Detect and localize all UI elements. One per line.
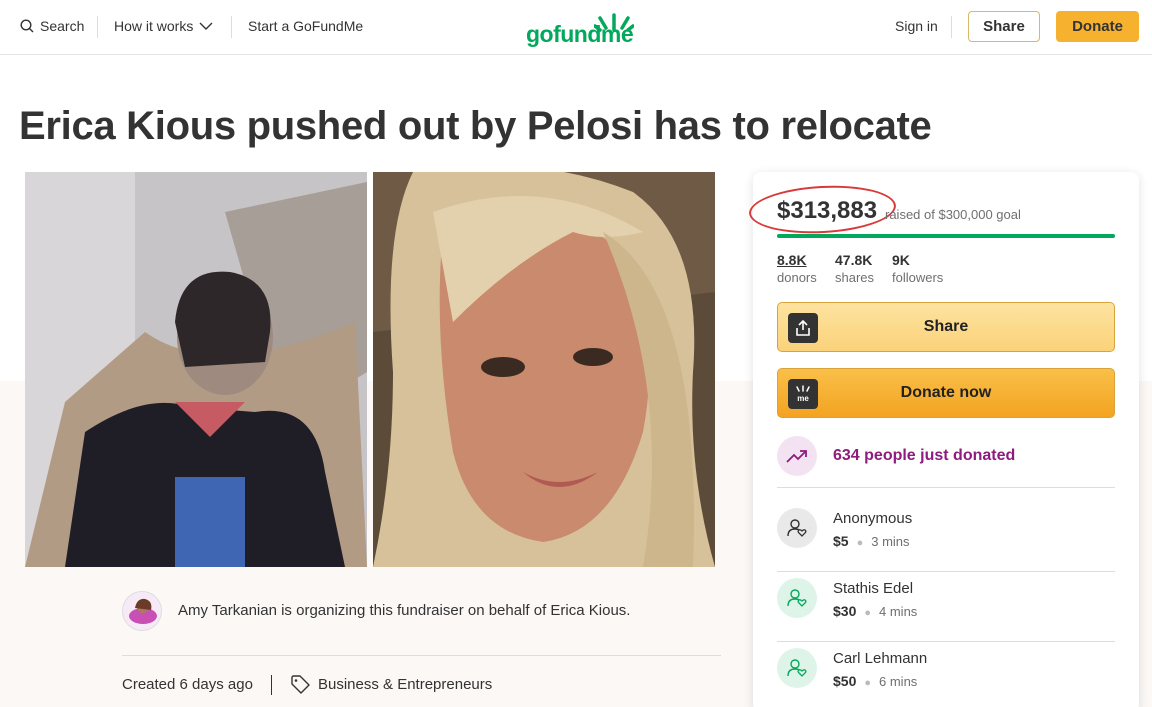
- donate-now-button[interactable]: me Donate now: [777, 368, 1115, 418]
- sign-in-link[interactable]: Sign in: [895, 18, 938, 34]
- donation-meta: $50 ● 6 mins: [833, 673, 917, 689]
- donate-button-header[interactable]: Donate: [1056, 11, 1139, 42]
- gofundme-me-icon: me: [788, 379, 818, 409]
- nav-divider: [97, 16, 98, 38]
- followers-stat: 9K followers: [892, 252, 943, 285]
- category-link[interactable]: Business & Entrepreneurs: [290, 674, 492, 694]
- sign-in-label: Sign in: [895, 18, 938, 34]
- donation-item: Carl Lehmann $50 ● 6 mins: [777, 642, 1115, 707]
- donation-amount: $30: [833, 603, 857, 619]
- search-icon: [20, 19, 34, 33]
- donation-amount: $5: [833, 533, 849, 549]
- site-header: Search How it works Start a GoFundMe gof…: [0, 0, 1152, 55]
- trending-up-icon: [777, 436, 817, 476]
- followers-label: followers: [892, 270, 944, 285]
- shares-label: shares: [835, 270, 875, 285]
- search-link[interactable]: Search: [20, 18, 84, 34]
- shares-stat: 47.8K shares: [835, 252, 874, 285]
- progress-bar-fill: [777, 234, 1115, 238]
- donation-card: $313,883 raised of $300,000 goal 8.8K do…: [747, 172, 1139, 707]
- photo-left-illustration: [25, 172, 367, 567]
- donation-item: Anonymous $5 ● 3 mins: [777, 502, 1115, 572]
- donation-time: 6 mins: [879, 674, 918, 689]
- svg-text:me: me: [797, 394, 809, 403]
- shares-count: 47.8K: [835, 252, 873, 268]
- organizer-avatar-image: [123, 592, 161, 630]
- start-gofundme-label: Start a GoFundMe: [248, 18, 364, 34]
- section-divider: [122, 655, 721, 656]
- meta-divider: [271, 675, 272, 695]
- share-button[interactable]: Share: [777, 302, 1115, 352]
- donate-now-label: Donate now: [900, 384, 992, 401]
- donation-item: Stathis Edel $30 ● 4 mins: [777, 572, 1115, 642]
- share-button-header[interactable]: Share: [968, 11, 1040, 42]
- nav-divider: [951, 16, 952, 38]
- recent-donations-text: 634 people just donated: [833, 447, 1016, 464]
- gofundme-logo[interactable]: gofundme: [526, 12, 636, 47]
- donation-meta: $5 ● 3 mins: [833, 533, 910, 549]
- campaign-photo-left[interactable]: [25, 172, 367, 567]
- donor-heart-icon: [777, 508, 817, 548]
- donation-time: 3 mins: [871, 534, 910, 549]
- donation-meta: $30 ● 4 mins: [833, 603, 917, 619]
- share-icon: [788, 313, 818, 343]
- campaign-photo-right[interactable]: [373, 172, 715, 567]
- separator-dot: ●: [864, 677, 872, 689]
- photo-right-illustration: [373, 172, 715, 567]
- start-gofundme-link[interactable]: Start a GoFundMe: [248, 18, 363, 34]
- separator-dot: ●: [856, 537, 864, 549]
- nav-divider: [231, 16, 232, 38]
- donor-name: Carl Lehmann: [833, 650, 928, 667]
- donor-heart-icon: [777, 648, 817, 688]
- progress-bar: [777, 234, 1115, 238]
- tag-icon: [291, 675, 310, 694]
- donor-name: Anonymous: [833, 510, 913, 527]
- donation-amount: $50: [833, 673, 857, 689]
- logo-sprout-icon: [594, 13, 634, 32]
- donor-heart-icon: [777, 578, 817, 618]
- separator-dot: ●: [864, 607, 872, 619]
- created-date: Created 6 days ago: [122, 676, 253, 693]
- organizer-text: Amy Tarkanian is organizing this fundrai…: [178, 602, 631, 619]
- how-it-works-menu[interactable]: How it works: [114, 18, 213, 34]
- donors-label: donors: [777, 270, 817, 285]
- followers-count: 9K: [892, 252, 910, 268]
- category-label: Business & Entrepreneurs: [318, 675, 493, 693]
- organizer-avatar[interactable]: [122, 591, 162, 631]
- donation-time: 4 mins: [879, 604, 918, 619]
- donor-name: Stathis Edel: [833, 580, 914, 597]
- recent-donations-summary: 634 people just donated: [777, 436, 1115, 488]
- chevron-down-icon: [199, 22, 213, 30]
- donors-count: 8.8K: [777, 252, 807, 268]
- goal-text: raised of $300,000 goal: [885, 207, 1021, 222]
- share-button-label: Share: [923, 318, 969, 335]
- campaign-title: Erica Kious pushed out by Pelosi has to …: [19, 104, 932, 148]
- how-it-works-label: How it works: [114, 18, 194, 34]
- donors-stat[interactable]: 8.8K donors: [777, 252, 817, 285]
- search-label: Search: [40, 18, 85, 34]
- amount-raised: $313,883: [777, 197, 878, 224]
